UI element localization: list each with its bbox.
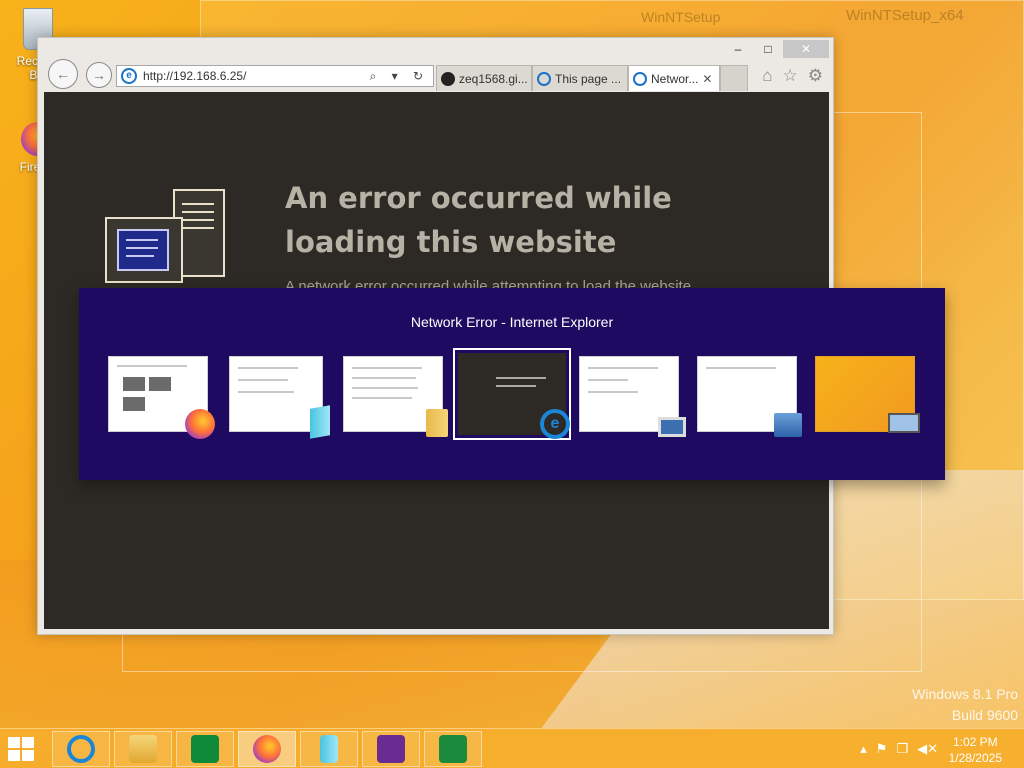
new-tab-button[interactable]: [720, 65, 748, 91]
firefox-icon: [185, 409, 215, 439]
background-window-title: WinNTSetup: [641, 9, 721, 25]
address-tools[interactable]: ⌕ ▾ ↻: [370, 69, 433, 84]
taskbar-store[interactable]: [176, 731, 234, 767]
window-controls: – □ ✕: [723, 40, 829, 58]
address-url: http://192.168.6.25/: [143, 69, 247, 83]
taskbar-file-explorer[interactable]: [114, 731, 172, 767]
taskbar-reader[interactable]: [300, 731, 358, 767]
action-center-flag-icon[interactable]: ⚑: [876, 741, 888, 757]
tab-github[interactable]: zeq1568.gi...: [436, 65, 532, 91]
error-title: An error occurred while loading this web…: [285, 181, 672, 259]
computer-icon: [105, 189, 225, 283]
start-button[interactable]: [8, 737, 38, 763]
ie-icon: [537, 71, 551, 86]
clock[interactable]: 1:02 PM 1/28/2025: [949, 734, 1002, 766]
thumb-content: [238, 379, 288, 381]
ie-icon: e: [540, 409, 570, 439]
thumb-content: [496, 377, 546, 379]
show-hidden-icons-chevron[interactable]: ▴: [860, 741, 867, 757]
favorites-icon[interactable]: ☆: [783, 66, 798, 86]
switcher-thumb-setup[interactable]: [697, 356, 802, 437]
switcher-thumb-reader[interactable]: [229, 356, 330, 439]
clock-time: 1:02 PM: [952, 735, 998, 749]
thumb-content: [352, 367, 422, 369]
watermark-edition: Windows 8.1 Pro: [912, 686, 1018, 702]
taskbar-calculator[interactable]: [424, 731, 482, 767]
tab-label: Networ...: [651, 71, 699, 86]
thumb-content: [123, 377, 145, 391]
thumb-content: [706, 367, 776, 369]
tab-label: This page ...: [555, 71, 622, 86]
laptop-icon: [888, 413, 920, 433]
clock-date: 1/28/2025: [948, 751, 1002, 765]
network-icon[interactable]: ❐: [896, 741, 908, 757]
thumb-content: [588, 379, 628, 381]
thumb-content: [352, 397, 412, 399]
toolbar-right: ⌂ ☆ ⚙: [762, 66, 823, 86]
task-switcher: Network Error - Internet Explorer e: [79, 288, 945, 480]
windows-logo-icon: [22, 737, 34, 748]
ie-icon: [633, 71, 647, 86]
windows-logo-icon: [8, 737, 20, 748]
address-bar[interactable]: e http://192.168.6.25/ ⌕ ▾ ↻: [116, 65, 434, 87]
volume-muted-icon[interactable]: ◀✕: [917, 741, 938, 757]
switcher-thumb-ie[interactable]: e: [453, 348, 571, 440]
switcher-thumb-this-pc[interactable]: [579, 356, 686, 437]
taskbar-visual-studio[interactable]: [362, 731, 420, 767]
visual-studio-icon: [377, 735, 405, 763]
thumb-content: [149, 377, 171, 391]
folder-icon: [426, 409, 448, 437]
system-tray: ▴ ⚑ ❐ ◀✕: [860, 741, 938, 757]
taskbar-ie[interactable]: [52, 731, 110, 767]
forward-button[interactable]: →: [86, 62, 112, 88]
thumb-content: [123, 397, 145, 411]
thumb-content: [588, 391, 638, 393]
ie-toolbar: – □ ✕ ← → e http://192.168.6.25/ ⌕ ▾ ↻ z…: [38, 38, 833, 92]
back-button[interactable]: ←: [48, 59, 78, 89]
switcher-thumb-file-explorer[interactable]: [343, 356, 448, 437]
switcher-thumb-desktop[interactable]: [815, 356, 920, 433]
minimize-button[interactable]: –: [723, 40, 753, 58]
thumb-content: e: [458, 353, 570, 439]
tab-close-icon[interactable]: ✕: [702, 72, 712, 86]
home-icon[interactable]: ⌂: [762, 66, 772, 86]
switcher-thumb-firefox[interactable]: [108, 356, 215, 439]
book-icon: [320, 735, 338, 763]
store-icon: [191, 735, 219, 763]
calculator-icon: [439, 735, 467, 763]
os-watermark: Windows 8.1 Pro Build 9600: [912, 684, 1018, 726]
background-window-title: WinNTSetup_x64: [846, 7, 964, 24]
windows-logo-icon: [8, 750, 20, 761]
thumb-content: [496, 385, 536, 387]
folder-icon: [129, 735, 157, 763]
ie-icon: e: [121, 68, 137, 84]
watermark-build: Build 9600: [951, 707, 1018, 723]
taskbar-firefox[interactable]: [238, 731, 296, 767]
close-button[interactable]: ✕: [783, 40, 829, 58]
book-icon: [310, 405, 330, 439]
tab-strip: zeq1568.gi... This page ... Networ... ✕: [436, 65, 748, 91]
switcher-title: Network Error - Internet Explorer: [410, 314, 614, 330]
settings-icon[interactable]: ⚙: [808, 66, 823, 86]
maximize-button[interactable]: □: [753, 40, 783, 58]
tab-network-error[interactable]: Networ... ✕: [628, 65, 720, 91]
thumb-content: [117, 365, 187, 367]
computer-icon: [658, 417, 686, 437]
thumb-content: [588, 367, 658, 369]
thumb-content: [238, 391, 294, 393]
taskbar: ▴ ⚑ ❐ ◀✕ 1:02 PM 1/28/2025: [0, 728, 1024, 768]
thumb-content: [352, 387, 418, 389]
setup-icon: [774, 413, 802, 437]
github-icon: [441, 71, 455, 86]
thumb-content: [238, 367, 298, 369]
tab-this-page[interactable]: This page ...: [532, 65, 628, 91]
tab-label: zeq1568.gi...: [459, 71, 528, 86]
firefox-icon: [253, 735, 281, 763]
thumb-content: [352, 377, 416, 379]
ie-icon: [67, 735, 95, 763]
windows-logo-icon: [22, 750, 34, 761]
